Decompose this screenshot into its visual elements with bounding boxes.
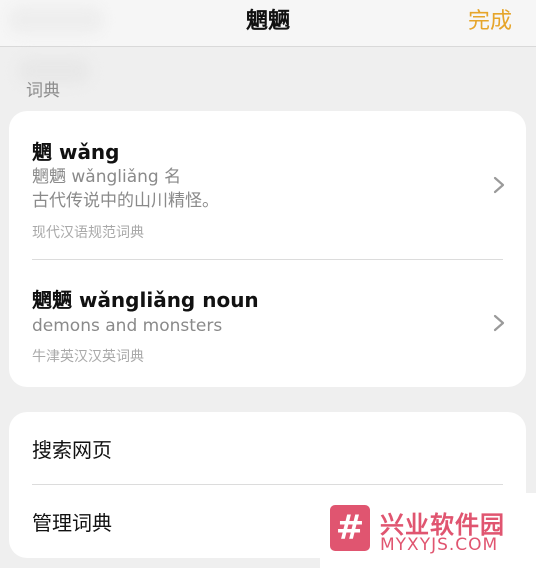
search-web-button[interactable]: 搜索网页 bbox=[9, 412, 526, 484]
navigation-bar: 魍魉 完成 bbox=[0, 0, 536, 47]
watermark-logo: # 兴业软件园 MYXYJS.COM bbox=[320, 493, 536, 568]
entry-title: 魍魉 wǎngliǎng noun bbox=[32, 288, 259, 312]
chevron-right-icon bbox=[493, 314, 505, 332]
search-web-label: 搜索网页 bbox=[32, 438, 112, 462]
dictionary-entry-oxford[interactable]: 魍魉 wǎngliǎng noun demons and monsters 牛津… bbox=[9, 260, 526, 387]
dictionary-card: 魍 wǎng 魍魉 wǎngliǎng 名 古代传说中的山川精怪。 现代汉语规范… bbox=[9, 111, 526, 387]
entry-definition-line: demons and monsters bbox=[32, 316, 223, 336]
entry-definition-line: 魍魉 wǎngliǎng 名 bbox=[32, 167, 182, 187]
entry-title: 魍 wǎng bbox=[32, 140, 120, 164]
page-title: 魍魉 bbox=[245, 9, 290, 34]
watermark-hash-icon: # bbox=[330, 505, 370, 551]
manage-dictionaries-label: 管理词典 bbox=[32, 511, 112, 535]
section-header: 词典 bbox=[26, 76, 60, 101]
done-button[interactable]: 完成 bbox=[468, 3, 512, 35]
entry-definition-line: 古代传说中的山川精怪。 bbox=[32, 191, 219, 211]
chevron-right-icon bbox=[493, 176, 505, 194]
watermark-domain: MYXYJS.COM bbox=[380, 535, 499, 555]
section-label-dictionary: 词典 bbox=[26, 81, 60, 101]
entry-source: 牛津英汉汉英词典 bbox=[32, 349, 144, 365]
dictionary-entry-xiandai[interactable]: 魍 wǎng 魍魉 wǎngliǎng 名 古代传说中的山川精怪。 现代汉语规范… bbox=[9, 111, 526, 259]
entry-source: 现代汉语规范词典 bbox=[32, 225, 144, 241]
